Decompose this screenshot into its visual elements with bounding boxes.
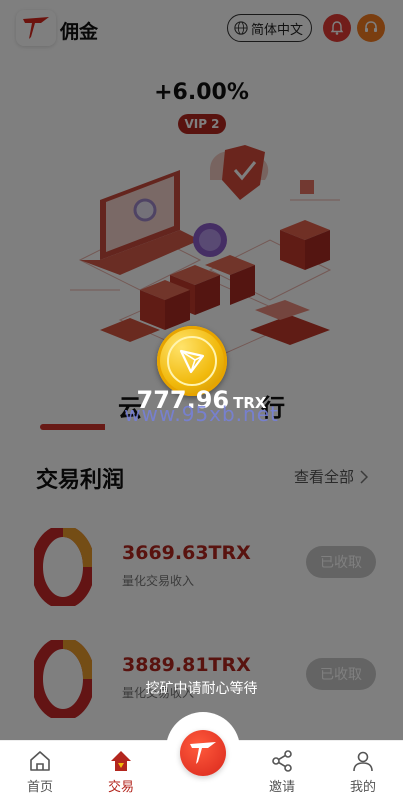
home-icon xyxy=(30,751,50,771)
nav-label-invite: 邀请 xyxy=(268,780,295,795)
tron-coin-icon xyxy=(179,349,205,374)
nav-label-home: 首页 xyxy=(26,780,53,795)
trade-icon xyxy=(111,751,131,771)
nav-item-trade[interactable]: 交易 xyxy=(91,749,151,795)
center-mining-button[interactable] xyxy=(180,730,226,776)
nav-label-trade: 交易 xyxy=(107,780,134,795)
nav-item-home[interactable]: 首页 xyxy=(10,749,70,795)
nav-item-profile[interactable]: 我的 xyxy=(333,749,393,795)
user-icon xyxy=(353,751,373,772)
watermark-text: www.95xb.net xyxy=(124,402,279,426)
nav-label-profile: 我的 xyxy=(349,780,376,795)
tron-logo-icon xyxy=(190,742,216,764)
share-icon xyxy=(272,750,292,772)
mining-toast: 挖矿中请耐心等待 xyxy=(145,681,258,697)
nav-item-invite[interactable]: 邀请 xyxy=(252,749,312,795)
